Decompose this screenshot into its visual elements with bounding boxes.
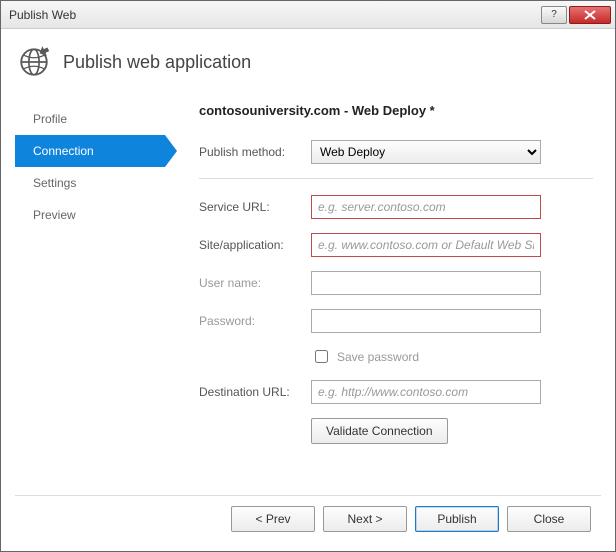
window-close-button[interactable] bbox=[569, 6, 611, 24]
sidebar-item-label: Profile bbox=[33, 112, 67, 126]
dialog-header: Publish web application bbox=[15, 41, 601, 89]
next-button[interactable]: Next > bbox=[323, 506, 407, 532]
label-publish-method: Publish method: bbox=[199, 145, 311, 159]
dialog-footer: < Prev Next > Publish Close bbox=[15, 495, 601, 541]
user-name-input[interactable] bbox=[311, 271, 541, 295]
close-icon bbox=[584, 10, 596, 20]
row-site-application: Site/application: bbox=[199, 233, 593, 257]
close-button[interactable]: Close bbox=[507, 506, 591, 532]
sidebar-item-label: Preview bbox=[33, 208, 76, 222]
sidebar-item-preview[interactable]: Preview bbox=[15, 199, 165, 231]
sidebar-item-label: Settings bbox=[33, 176, 76, 190]
row-user-name: User name: bbox=[199, 271, 593, 295]
wizard-sidebar: Profile Connection Settings Preview bbox=[15, 97, 165, 495]
window-title: Publish Web bbox=[9, 8, 541, 22]
globe-publish-icon bbox=[17, 45, 51, 79]
content-panel: contosouniversity.com - Web Deploy * Pub… bbox=[165, 97, 601, 495]
save-password-checkbox[interactable] bbox=[315, 350, 328, 363]
label-destination-url: Destination URL: bbox=[199, 385, 311, 399]
profile-title: contosouniversity.com - Web Deploy * bbox=[199, 103, 593, 118]
sidebar-item-connection[interactable]: Connection bbox=[15, 135, 165, 167]
help-button[interactable]: ? bbox=[541, 6, 567, 24]
publish-method-select[interactable]: Web Deploy bbox=[311, 140, 541, 164]
service-url-input[interactable] bbox=[311, 195, 541, 219]
row-password: Password: bbox=[199, 309, 593, 333]
prev-button[interactable]: < Prev bbox=[231, 506, 315, 532]
sidebar-item-label: Connection bbox=[33, 144, 94, 158]
publish-button[interactable]: Publish bbox=[415, 506, 499, 532]
sidebar-item-settings[interactable]: Settings bbox=[15, 167, 165, 199]
section-divider bbox=[199, 178, 593, 179]
dialog-body: Publish web application Profile Connecti… bbox=[1, 29, 615, 551]
site-application-input[interactable] bbox=[311, 233, 541, 257]
destination-url-input[interactable] bbox=[311, 380, 541, 404]
header-title: Publish web application bbox=[63, 52, 251, 73]
label-user-name: User name: bbox=[199, 276, 311, 290]
row-service-url: Service URL: bbox=[199, 195, 593, 219]
label-password: Password: bbox=[199, 314, 311, 328]
validate-connection-button[interactable]: Validate Connection bbox=[311, 418, 448, 444]
label-service-url: Service URL: bbox=[199, 200, 311, 214]
row-validate: Validate Connection bbox=[311, 418, 593, 444]
sidebar-item-profile[interactable]: Profile bbox=[15, 103, 165, 135]
row-destination-url: Destination URL: bbox=[199, 380, 593, 404]
row-publish-method: Publish method: Web Deploy bbox=[199, 140, 593, 164]
label-save-password: Save password bbox=[337, 350, 419, 364]
password-input[interactable] bbox=[311, 309, 541, 333]
label-site-application: Site/application: bbox=[199, 238, 311, 252]
row-save-password: Save password bbox=[311, 347, 593, 366]
main-area: Profile Connection Settings Preview cont… bbox=[15, 97, 601, 495]
publish-web-dialog: Publish Web ? Publish w bbox=[0, 0, 616, 552]
window-buttons: ? bbox=[541, 6, 611, 24]
titlebar: Publish Web ? bbox=[1, 1, 615, 29]
